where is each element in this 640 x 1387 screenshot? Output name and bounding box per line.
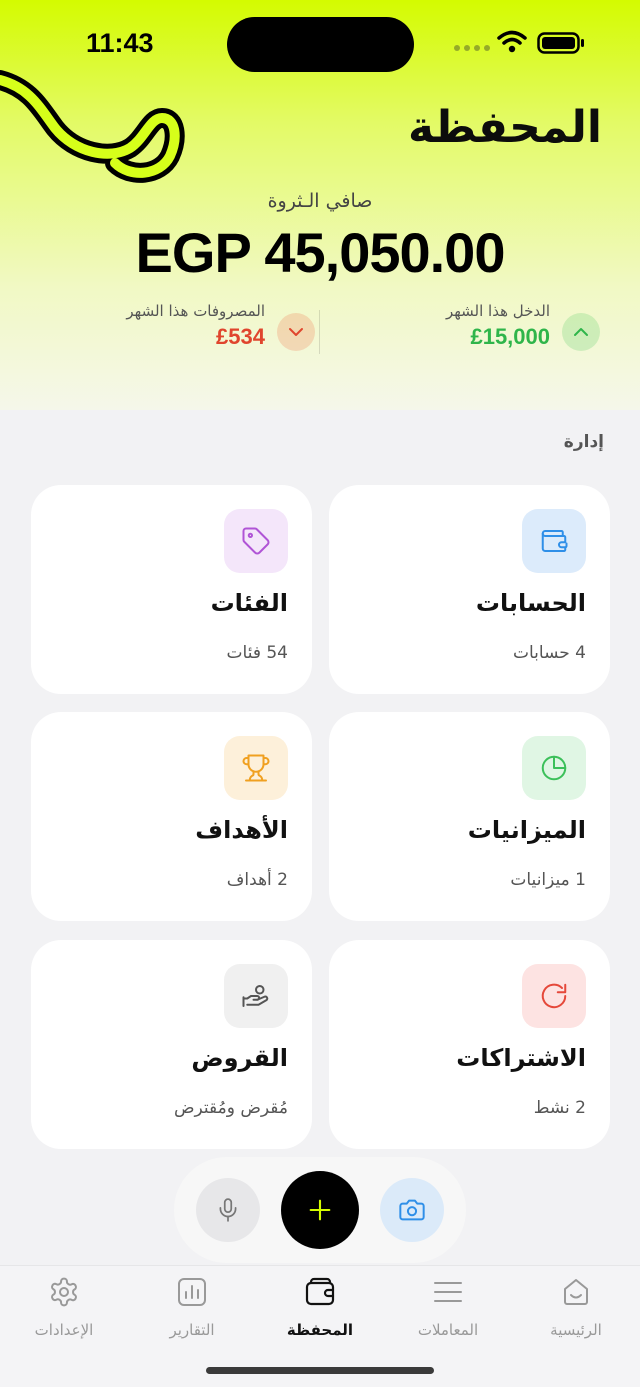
page-title: المحفظة [407,102,602,153]
card-title: الفئات [210,589,288,617]
card-subtitle: مُقرض ومُقترض [173,1098,288,1118]
battery-icon [537,32,584,54]
voice-input-button[interactable] [196,1178,260,1242]
stats-divider [319,310,320,354]
income-label: الدخل هذا الشهر [445,302,550,320]
income-stat: الدخل هذا الشهر £15,000 [330,302,600,362]
gear-icon [51,1277,77,1307]
card-subtitle: 54 فئات [226,643,288,663]
card-subscriptions[interactable]: الاشتراكات 2 نشط [329,940,610,1149]
cellular-signal-icon [454,45,490,51]
refresh-icon [522,964,586,1028]
section-label-manage: إدارة [563,432,604,452]
expense-label: المصروفات هذا الشهر [126,302,265,320]
tab-transactions[interactable]: المعاملات [384,1266,512,1356]
home-indicator [206,1367,434,1374]
list-icon [434,1282,462,1302]
camera-icon [399,1199,425,1221]
tab-settings[interactable]: الإعدادات [0,1266,128,1356]
hand-coin-icon [224,964,288,1028]
card-loans[interactable]: القروض مُقرض ومُقترض [31,940,312,1149]
card-subtitle: 2 نشط [533,1098,586,1118]
card-title: الحسابات [475,589,586,617]
card-goals[interactable]: الأهداف 2 أهداف [31,712,312,921]
card-subtitle: 2 أهداف [226,870,288,890]
card-title: الميزانيات [467,816,586,844]
trophy-icon [224,736,288,800]
add-transaction-button[interactable] [281,1171,359,1249]
bar-chart-icon [178,1278,206,1306]
scan-receipt-button[interactable] [380,1178,444,1242]
pie-chart-icon [522,736,586,800]
tab-label: المحفظة [286,1321,354,1339]
tab-reports[interactable]: التقارير [128,1266,256,1356]
expense-stat: المصروفات هذا الشهر £534 [40,302,315,362]
card-accounts[interactable]: الحسابات 4 حسابات [329,485,610,694]
home-icon [564,1279,588,1305]
income-value: £15,000 [470,324,550,349]
card-title: القروض [191,1044,288,1072]
net-worth-value: EGP 45,050.00 [135,221,506,284]
plus-icon [309,1199,331,1221]
wallet-icon [305,1277,335,1306]
card-subtitle: 1 ميزانيات [510,870,586,890]
wallet-icon [522,509,586,573]
chevron-up-icon [562,313,600,351]
tab-label: الإعدادات [34,1321,94,1339]
net-worth-label: صافي الـثروة [267,190,373,212]
decorative-squiggle [0,70,185,183]
card-subtitle: 4 حسابات [512,643,586,663]
tab-label: المعاملات [417,1321,479,1339]
card-title: الاشتراكات [456,1044,586,1072]
expense-value: £534 [216,324,265,349]
dynamic-island [227,17,414,72]
tab-wallet[interactable]: المحفظة [256,1266,384,1356]
tab-home[interactable]: الرئيسية [512,1266,640,1356]
tab-label: الرئيسية [550,1321,602,1339]
wifi-icon [497,30,527,53]
card-budgets[interactable]: الميزانيات 1 ميزانيات [329,712,610,921]
tab-label: التقارير [169,1321,215,1339]
microphone-icon [219,1198,237,1222]
status-time: 11:43 [86,28,154,58]
wallet-screen: 11:43 المحفظة صافي الـثروة EGP 45,050.00… [0,0,640,1387]
chevron-down-icon [277,313,315,351]
card-title: الأهداف [195,816,288,844]
tag-icon [224,509,288,573]
card-categories[interactable]: الفئات 54 فئات [31,485,312,694]
